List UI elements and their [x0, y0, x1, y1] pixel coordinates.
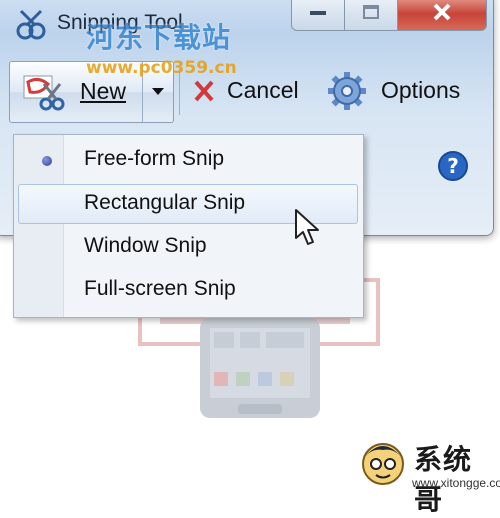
menu-item-full-screen-snip[interactable]: Full-screen Snip [18, 270, 358, 310]
selected-bullet-icon [42, 156, 52, 166]
menu-item-label: Window Snip [84, 234, 207, 257]
gear-icon [328, 72, 366, 110]
snipping-tool-icon [13, 7, 49, 47]
options-button-label: Options [381, 77, 461, 103]
maximize-icon [363, 5, 379, 19]
minimize-icon [310, 11, 326, 15]
new-button-label: New [80, 78, 127, 104]
options-button[interactable]: Options [323, 61, 475, 121]
help-icon[interactable]: ? [437, 150, 469, 182]
close-button[interactable] [398, 0, 487, 31]
logo-face-icon [362, 443, 404, 485]
site-logo: 系统哥 www.xitongge.com [348, 432, 500, 516]
logo-url: www.xitongge.com [412, 476, 500, 490]
menu-item-label: Full-screen Snip [84, 277, 236, 300]
menu-item-free-form-snip[interactable]: Free-form Snip [18, 140, 358, 180]
menu-item-label: Free-form Snip [84, 147, 225, 170]
cancel-x-icon [194, 80, 214, 102]
scissors-icon [22, 74, 66, 116]
watermark-url: www.pc0359.cn [86, 58, 237, 78]
watermark-site-name: 河东下载站 [86, 21, 232, 54]
menu-item-label: Rectangular Snip [84, 191, 246, 214]
caption-buttons [291, 0, 487, 31]
mouse-cursor-icon [295, 209, 319, 245]
toolbar: New Cancel Options [0, 55, 495, 127]
close-icon [433, 3, 451, 21]
dropdown-arrow-icon [152, 88, 164, 95]
minimize-button[interactable] [291, 0, 345, 31]
maximize-button[interactable] [345, 0, 398, 31]
cancel-button-label: Cancel [227, 77, 299, 103]
svg-text:?: ? [447, 154, 459, 178]
